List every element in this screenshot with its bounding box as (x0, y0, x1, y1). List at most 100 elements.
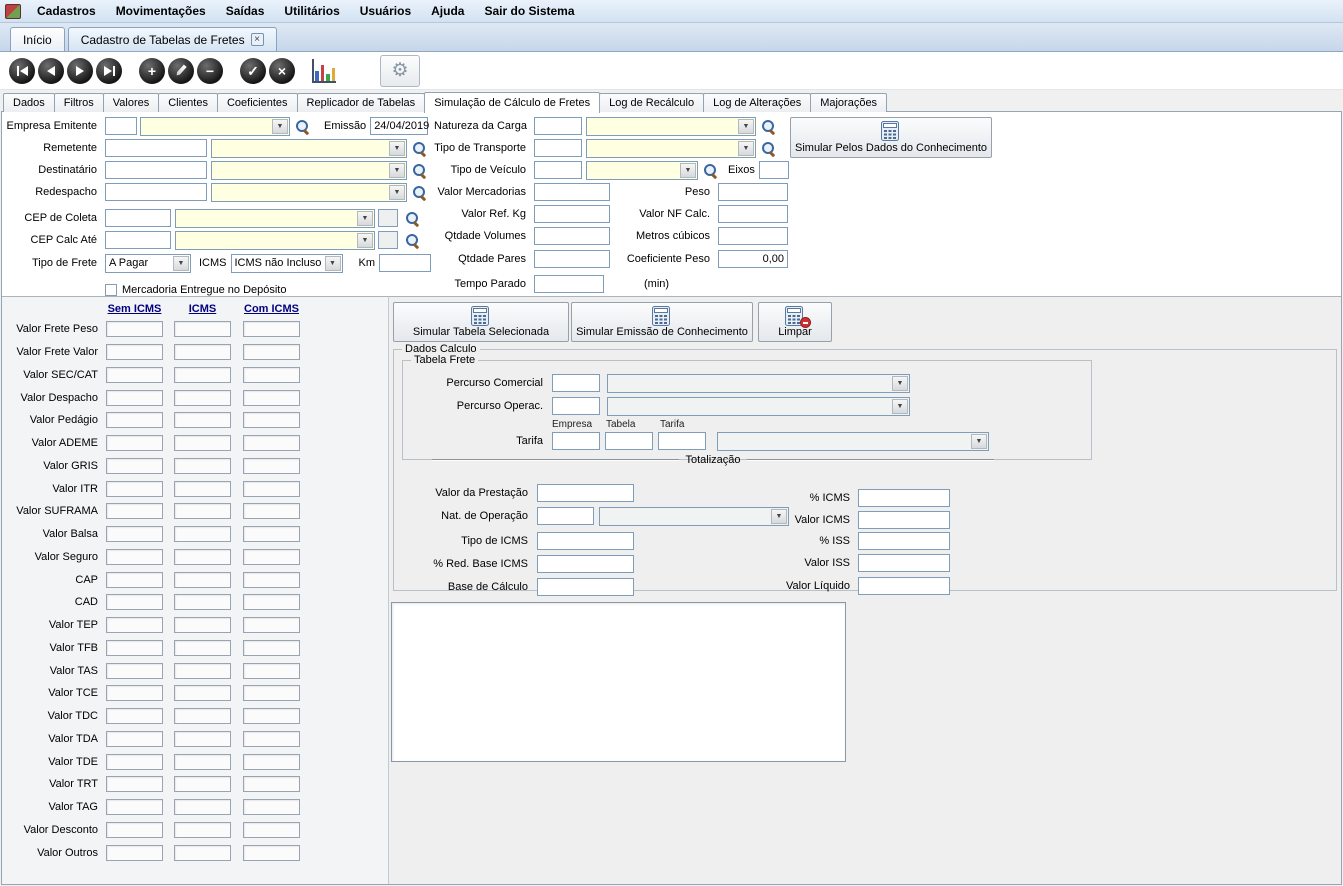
search-icon[interactable] (295, 119, 310, 134)
values-cell-com-icms[interactable] (243, 458, 300, 474)
tab-cadastro-tabelas-fretes[interactable]: Cadastro de Tabelas de Fretes (68, 27, 277, 51)
values-cell-sem-icms[interactable] (106, 458, 163, 474)
remetente-combo[interactable] (211, 139, 407, 158)
values-cell-sem-icms[interactable] (106, 481, 163, 497)
chevron-down-icon[interactable] (738, 119, 754, 134)
values-cell-icms[interactable] (174, 663, 231, 679)
settings-button[interactable] (380, 55, 420, 87)
menu-sair-do-sistema[interactable]: Sair do Sistema (474, 1, 584, 21)
values-cell-icms[interactable] (174, 412, 231, 428)
values-cell-com-icms[interactable] (243, 321, 300, 337)
values-cell-sem-icms[interactable] (106, 776, 163, 792)
chevron-down-icon[interactable] (173, 256, 189, 271)
tab-coeficientes[interactable]: Coeficientes (217, 93, 298, 112)
empresa-emitente-code-input[interactable] (105, 117, 137, 135)
tab-replicador-de-tabelas[interactable]: Replicador de Tabelas (297, 93, 426, 112)
tarifa-tarifa-input[interactable] (658, 432, 706, 450)
red-base-icms-input[interactable] (537, 555, 634, 573)
destinatario-code-input[interactable] (105, 161, 207, 179)
menu-saidas[interactable]: Saídas (216, 1, 275, 21)
valor-iss-input[interactable] (858, 554, 950, 572)
values-cell-icms[interactable] (174, 458, 231, 474)
destinatario-combo[interactable] (211, 161, 407, 180)
values-cell-sem-icms[interactable] (106, 663, 163, 679)
values-cell-sem-icms[interactable] (106, 390, 163, 406)
chevron-down-icon[interactable] (272, 119, 288, 134)
cep-calc-ate-input[interactable] (105, 231, 171, 249)
edit-record-button[interactable] (168, 58, 194, 84)
search-icon[interactable] (703, 163, 718, 178)
tab-inicio[interactable]: Início (10, 27, 65, 51)
values-cell-sem-icms[interactable] (106, 685, 163, 701)
pct-iss-input[interactable] (858, 532, 950, 550)
values-cell-com-icms[interactable] (243, 845, 300, 861)
menu-ajuda[interactable]: Ajuda (421, 1, 474, 21)
values-cell-icms[interactable] (174, 321, 231, 337)
simular-tabela-selecionada-button[interactable]: Simular Tabela Selecionada (393, 302, 569, 342)
values-cell-icms[interactable] (174, 435, 231, 451)
values-cell-com-icms[interactable] (243, 822, 300, 838)
tipo-transporte-combo[interactable] (586, 139, 756, 158)
values-cell-icms[interactable] (174, 344, 231, 360)
values-cell-icms[interactable] (174, 594, 231, 610)
values-cell-com-icms[interactable] (243, 640, 300, 656)
values-cell-sem-icms[interactable] (106, 754, 163, 770)
tarifa-empresa-input[interactable] (552, 432, 600, 450)
chevron-down-icon[interactable] (971, 434, 987, 449)
eixos-input[interactable] (759, 161, 789, 179)
first-record-button[interactable] (9, 58, 35, 84)
natureza-carga-combo[interactable] (586, 117, 756, 136)
tipo-veiculo-code-input[interactable] (534, 161, 582, 179)
close-icon[interactable] (251, 33, 264, 46)
pct-icms-input[interactable] (858, 489, 950, 507)
cep-coleta-combo[interactable] (175, 209, 375, 228)
percurso-comercial-combo[interactable] (607, 374, 910, 393)
values-cell-icms[interactable] (174, 549, 231, 565)
values-cell-sem-icms[interactable] (106, 799, 163, 815)
chevron-down-icon[interactable] (325, 256, 341, 271)
values-cell-icms[interactable] (174, 685, 231, 701)
simular-dados-conhecimento-button[interactable]: Simular Pelos Dados do Conhecimento (790, 117, 992, 158)
values-cell-icms[interactable] (174, 822, 231, 838)
last-record-button[interactable] (96, 58, 122, 84)
values-cell-icms[interactable] (174, 572, 231, 588)
menu-movimentacoes[interactable]: Movimentações (106, 1, 216, 21)
chevron-down-icon[interactable] (680, 163, 696, 178)
search-icon[interactable] (412, 141, 427, 156)
values-cell-sem-icms[interactable] (106, 731, 163, 747)
chevron-down-icon[interactable] (389, 163, 405, 178)
search-icon[interactable] (405, 233, 420, 248)
values-cell-sem-icms[interactable] (106, 708, 163, 724)
tab-filtros[interactable]: Filtros (54, 93, 104, 112)
values-cell-sem-icms[interactable] (106, 822, 163, 838)
values-cell-com-icms[interactable] (243, 390, 300, 406)
values-cell-sem-icms[interactable] (106, 435, 163, 451)
values-cell-sem-icms[interactable] (106, 412, 163, 428)
chevron-down-icon[interactable] (892, 399, 908, 414)
result-memo[interactable] (391, 602, 846, 762)
values-cell-com-icms[interactable] (243, 435, 300, 451)
values-cell-icms[interactable] (174, 845, 231, 861)
search-icon[interactable] (405, 211, 420, 226)
icms-combo[interactable]: ICMS não Incluso (231, 254, 343, 273)
values-cell-sem-icms[interactable] (106, 594, 163, 610)
tipo-veiculo-combo[interactable] (586, 161, 698, 180)
valor-nf-calc-input[interactable] (718, 205, 788, 223)
tipo-transporte-code-input[interactable] (534, 139, 582, 157)
values-cell-icms[interactable] (174, 390, 231, 406)
natureza-carga-code-input[interactable] (534, 117, 582, 135)
nat-operacao-input[interactable] (537, 507, 594, 525)
values-cell-sem-icms[interactable] (106, 367, 163, 383)
values-cell-com-icms[interactable] (243, 663, 300, 679)
values-cell-com-icms[interactable] (243, 799, 300, 815)
chart-icon[interactable] (312, 59, 336, 83)
redespacho-code-input[interactable] (105, 183, 207, 201)
tab-valores[interactable]: Valores (103, 93, 159, 112)
tab-clientes[interactable]: Clientes (158, 93, 218, 112)
values-cell-com-icms[interactable] (243, 754, 300, 770)
search-icon[interactable] (412, 185, 427, 200)
values-cell-sem-icms[interactable] (106, 617, 163, 633)
tab-majoracoes[interactable]: Majorações (810, 93, 887, 112)
chevron-down-icon[interactable] (389, 185, 405, 200)
percurso-operac-input[interactable] (552, 397, 600, 415)
